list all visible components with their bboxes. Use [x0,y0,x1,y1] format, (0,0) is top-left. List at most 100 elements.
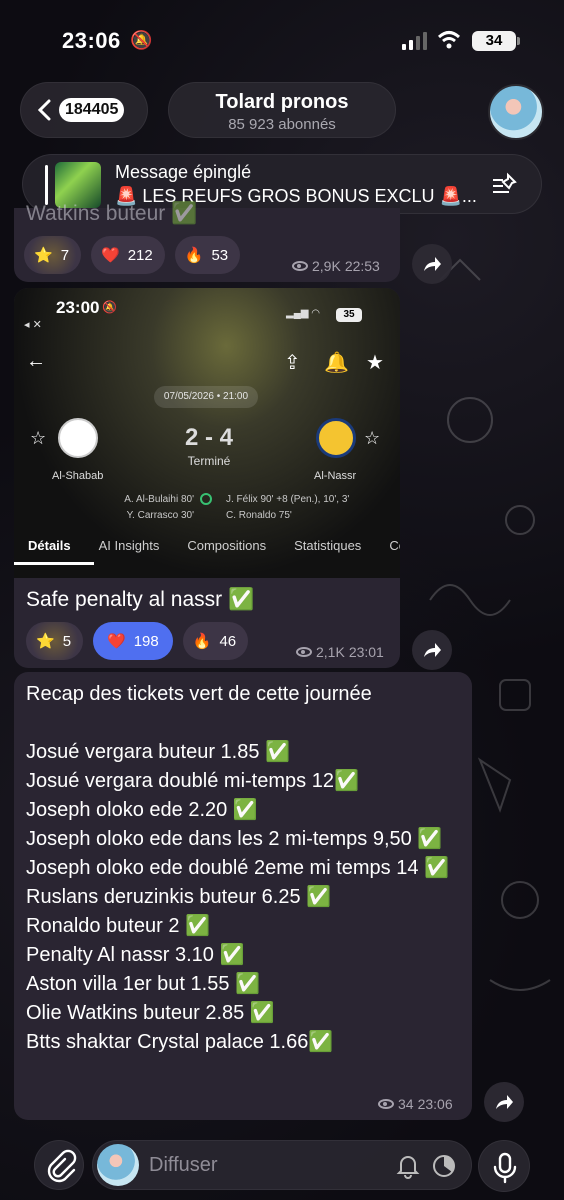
reactions-row: ⭐ 7 ❤️ 212 🔥 53 [24,236,241,274]
recap-line: Penalty Al nassr 3.10 ✅ [26,944,245,966]
match-score: 2 - 4 [184,424,234,451]
screenshot-time: 23:00 [56,298,100,317]
scorer: J. Félix 90' +8 (Pen.), 10', 3' [226,494,350,505]
message-bubble[interactable]: Watkins buteur ✅ ⭐ 7 ❤️ 212 🔥 53 2,9K 22:53 [14,202,400,282]
reaction-count: 46 [219,632,237,650]
star-icon: ★ [366,352,384,374]
recap-line: Btts shaktar Crystal palace 1.66✅ [26,1031,334,1053]
bell-off-icon: 🔕 [130,30,153,50]
pinned-label: Message épinglé [115,162,252,182]
channel-title[interactable]: Tolard pronos 85 923 abonnés [168,82,396,138]
message-time: 23:01 [348,644,384,660]
scorer: A. Al-Bulaihi 80' [124,494,194,505]
pin-list-icon[interactable] [491,172,519,198]
back-button[interactable]: 184405 [20,82,148,138]
signal-icon [402,32,427,50]
share-icon: ⇪ [284,352,301,374]
home-team-logo [58,418,98,458]
away-team-name: Al-Nassr [314,470,357,482]
ball-icon [200,493,212,505]
match-screenshot[interactable]: ◂ ✕ 23:00 🔕 ▂▄▆ ◠ 35 ← ⇪ 🔔 ★ 07/05/2026 … [14,288,400,578]
recap-line: Aston villa 1er but 1.55 ✅ [26,973,260,995]
scorer: Y. Carrasco 30' [126,510,194,521]
reaction-heart[interactable]: ❤️ 198 [93,622,173,660]
reaction-count: 198 [133,632,159,650]
battery-indicator: 35 [336,308,362,322]
message-meta: 34 23:06 [378,1096,453,1112]
paperclip-icon [47,1149,77,1183]
arrow-left-icon: ← [26,350,46,372]
reaction-count: 5 [62,632,72,650]
reaction-heart[interactable]: ❤️ 212 [91,236,165,274]
message-bubble[interactable]: Recap des tickets vert de cette journée … [14,672,472,1120]
reaction-count: 212 [127,246,153,264]
unread-badge: 184405 [59,98,125,122]
star-outline-icon: ☆ [364,428,381,448]
channel-avatar[interactable] [488,84,544,140]
reaction-fire[interactable]: 🔥 53 [174,236,241,274]
recap-line: Olie Watkins buteur 2.85 ✅ [26,1002,275,1024]
recap-line: Joseph oloko ede dans les 2 mi-temps 9,5… [26,828,443,850]
home-team-name: Al-Shabab [52,470,104,482]
pinned-indicator [45,165,48,205]
chevron-left-icon [37,99,51,121]
wifi-icon [437,31,461,49]
reaction-count: 53 [211,246,229,264]
home-scorers: A. Al-Bulaihi 80' Y. Carrasco 30' [114,492,194,524]
battery-indicator: 34 [472,31,520,51]
reaction-emoji: ⭐ [36,633,55,650]
tab-underline [14,562,94,565]
reactions-row: ⭐ 5 ❤️ 198 🔥 46 [26,622,249,660]
message-bubble[interactable]: ◂ ✕ 23:00 🔕 ▂▄▆ ◠ 35 ← ⇪ 🔔 ★ 07/05/2026 … [14,288,400,668]
star-outline-icon: ☆ [30,428,47,448]
attach-button[interactable] [34,1140,84,1190]
screenshot-tabs: Détails AI Insights Compositions Statist… [14,534,400,557]
reaction-emoji: 🔥 [192,633,212,650]
reaction-star[interactable]: ⭐ 7 [24,236,82,274]
status-time: 23:06 [62,28,121,53]
composer-placeholder: Diffuser [149,1154,218,1176]
channel-name: Tolard pronos [215,91,349,113]
recap-line: Joseph oloko ede doublé 2eme mi temps 14… [26,857,449,879]
message-composer[interactable]: Diffuser [92,1140,472,1190]
match-status: Terminé [187,454,231,468]
tab-statistiques: Statistiques [294,538,362,553]
bell-icon[interactable] [395,1153,421,1179]
recap-line: Josué vergara buteur 1.85 ✅ [26,741,290,763]
reaction-fire[interactable]: 🔥 46 [182,622,249,660]
reaction-emoji: 🔥 [184,247,204,264]
view-count: 2,9K [312,258,341,274]
share-button[interactable] [412,244,452,284]
view-count: 2,1K [316,644,345,660]
share-arrow-icon [424,257,441,271]
signal-icon: ▂▄▆ ◠ [286,308,320,319]
sender-avatar[interactable] [97,1144,139,1186]
message-meta: 2,1K 23:01 [296,644,384,660]
status-bar: 23:06 🔕 34 [0,0,564,80]
view-count: 34 [398,1096,414,1112]
match-date: 07/05/2026 • 21:00 [154,386,258,408]
eye-icon [378,1099,394,1109]
message-time: 22:53 [344,258,380,274]
message-time: 23:06 [417,1096,453,1112]
bell-icon: 🔔 [324,352,349,374]
away-scorers: J. Félix 90' +8 (Pen.), 10', 3' C. Ronal… [226,492,349,524]
recap-title: Recap des tickets vert de cette journée [26,683,372,705]
share-button[interactable] [484,1082,524,1122]
message-text: Safe penalty al nassr ✅ [26,588,255,611]
reaction-star[interactable]: ⭐ 5 [26,622,84,660]
share-arrow-icon [496,1095,513,1109]
microphone-button[interactable] [478,1140,530,1192]
tab-ai-insights: AI Insights [98,538,160,553]
share-button[interactable] [412,630,452,670]
message-meta: 2,9K 22:53 [292,258,380,274]
scorer: C. Ronaldo 75' [226,510,292,521]
reaction-emoji: ❤️ [107,633,126,650]
recap-lines: Josué vergara buteur 1.85 ✅ Josué vergara… [26,738,466,1057]
message-text: Watkins buteur ✅ [26,202,198,225]
away-team-logo [316,418,356,458]
reaction-count: 7 [60,246,70,264]
timer-icon[interactable] [431,1153,457,1179]
tab-compositions: Compositions [187,538,267,553]
eye-icon [296,647,312,657]
